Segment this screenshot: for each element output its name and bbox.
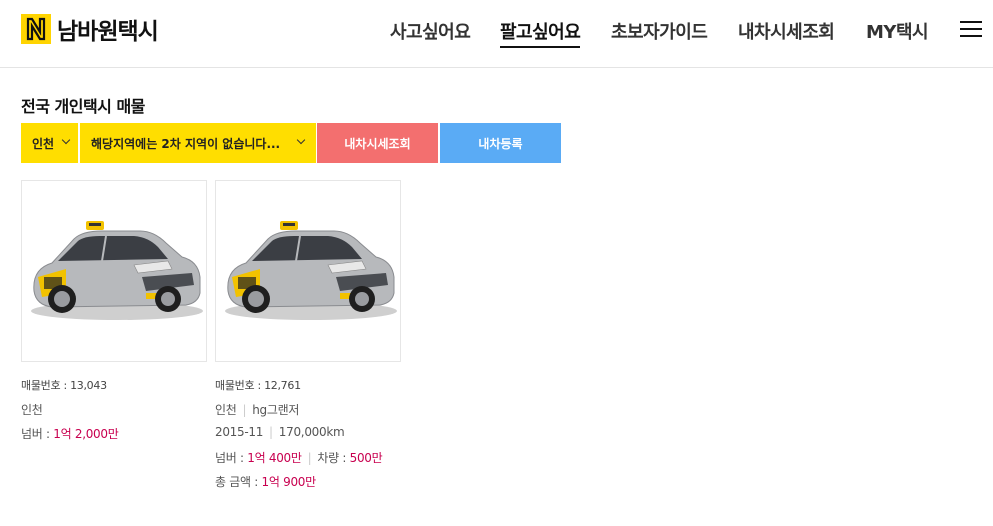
listing-mileage: 170,000km (278, 425, 345, 439)
vehicle-value: 500만 (349, 451, 383, 465)
listing-premium: 넘버 : 1억 2,000만 (21, 425, 119, 442)
listing-region: 인천 (21, 403, 43, 417)
region-select-value: 인천 (32, 136, 55, 151)
register-car-button[interactable]: 내차등록 (440, 123, 561, 163)
divider: | (269, 425, 273, 439)
listing-model: hg그랜저 (252, 403, 300, 417)
listing-total: 총 금액 : 1억 900만 (215, 473, 316, 490)
total-value: 1억 900만 (261, 475, 317, 489)
listing-image[interactable] (21, 180, 207, 362)
nav-item-buy[interactable]: 사고싶어요 (390, 18, 471, 44)
page-title: 전국 개인택시 매물 (21, 97, 145, 116)
nav-item-sell[interactable]: 팔고싶어요 (500, 18, 581, 48)
region-select[interactable]: 인천 (21, 123, 78, 163)
nav-item-guide[interactable]: 초보자가이드 (611, 18, 708, 44)
listing-region-model: 인천 | hg그랜저 (215, 401, 299, 418)
subregion-select-value: 해당지역에는 2차 지역이 없습니다... (91, 136, 281, 151)
chevron-down-icon (61, 135, 71, 145)
listing-number: 매물번호 : 12,761 (215, 379, 301, 392)
price-check-button[interactable]: 내차시세조회 (317, 123, 438, 163)
premium-value: 1억 2,000만 (53, 427, 119, 441)
nav-item-price-check[interactable]: 내차시세조회 (738, 18, 835, 44)
hamburger-icon[interactable] (960, 21, 982, 39)
listing-prices: 넘버 : 1억 400만 | 차량 : 500만 (215, 449, 383, 466)
site-header: 남바원택시 사고싶어요 팔고싶어요 초보자가이드 내차시세조회 MY택시 (0, 0, 993, 68)
listing-year-mileage: 2015-11 | 170,000km (215, 425, 345, 439)
listing-number: 매물번호 : 13,043 (21, 379, 107, 392)
listing-image[interactable] (215, 180, 401, 362)
main-nav: 사고싶어요 팔고싶어요 초보자가이드 내차시세조회 MY택시 (0, 18, 993, 48)
taxi-car-image (31, 221, 203, 320)
listing-region: 인천 (215, 403, 237, 417)
nav-item-my-taxi[interactable]: MY택시 (866, 18, 929, 44)
subregion-select[interactable]: 해당지역에는 2차 지역이 없습니다... (80, 123, 316, 163)
taxi-car-image (225, 221, 397, 320)
divider: | (307, 451, 312, 465)
divider: | (242, 403, 247, 417)
chevron-down-icon (296, 135, 306, 145)
premium-label: 넘버 : (215, 451, 248, 465)
total-label: 총 금액 : (215, 475, 262, 489)
premium-value: 1억 400만 (247, 451, 302, 465)
premium-label: 넘버 : (21, 427, 54, 441)
listing-year: 2015-11 (215, 425, 264, 439)
vehicle-label: 차량 : (317, 451, 350, 465)
